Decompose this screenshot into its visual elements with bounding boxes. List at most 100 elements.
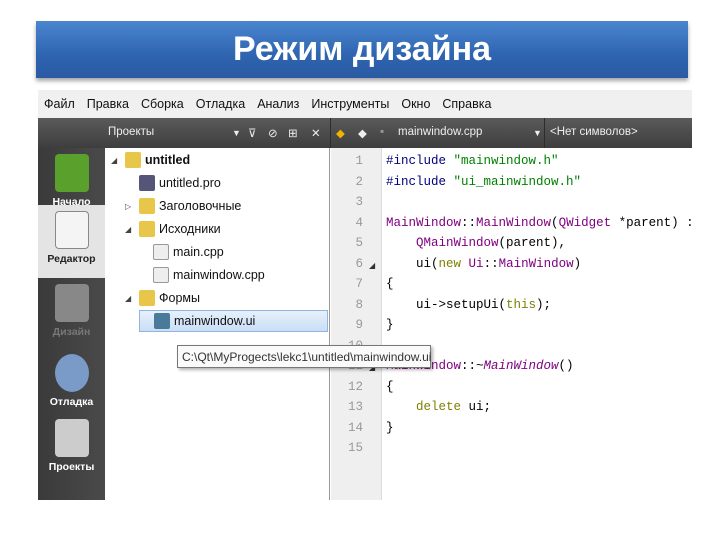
menu-item[interactable]: Правка [87, 97, 129, 111]
line-number: 7 [355, 277, 363, 291]
lock-icon: ▪ [380, 126, 385, 138]
back-icon[interactable]: ◆ [336, 126, 345, 140]
code-line: QMainWindow(parent), [386, 236, 566, 250]
code-token: MainWindow [498, 256, 574, 271]
tree-item[interactable]: ▷ Заголовочные [125, 195, 241, 217]
code-token: () [558, 359, 574, 373]
code-line: { [386, 380, 394, 394]
tree-item[interactable]: untitled.pro [125, 172, 221, 194]
folder-icon [139, 221, 155, 237]
line-number: 6 [355, 256, 363, 271]
toolbar: Проекты ▼ ⊽ ⊘ ⊞ ✕ ◆ ◆ ▪ mainwindow.cpp ▼… [38, 118, 692, 148]
editor-icon [54, 211, 89, 249]
split-icon[interactable]: ⊞ [288, 126, 298, 140]
design-icon [54, 284, 89, 322]
menu-item[interactable]: Справка [442, 97, 491, 111]
tree-item-label: mainwindow.cpp [173, 268, 265, 282]
code-line: ui->setupUi(this); [386, 298, 551, 312]
tree-item-label: untitled.pro [159, 176, 221, 190]
code-editor[interactable]: #include "mainwindow.h" #include "ui_main… [382, 148, 692, 500]
mode-label: Отладка [49, 396, 94, 408]
code-token: ); [536, 297, 552, 312]
filter-icon[interactable]: ⊽ [248, 126, 256, 140]
code-token: ( [551, 215, 559, 230]
code-line: MainWindow::MainWindow(QWidget *parent) … [386, 216, 692, 230]
code-token: ui->setupUi( [386, 297, 507, 312]
file-icon [139, 175, 155, 191]
symbols-combo[interactable]: <Нет символов> [550, 126, 638, 138]
tree-item[interactable]: ◢ Формы [125, 287, 200, 309]
line-number: 15 [347, 441, 363, 455]
line-number: 5 [355, 236, 363, 250]
expanded-arrow-icon[interactable]: ◢ [125, 225, 139, 234]
mode-design[interactable]: Дизайн [38, 278, 105, 340]
folder-icon [139, 198, 155, 214]
tree-item[interactable]: main.cpp [139, 241, 224, 263]
slide-title-banner: Режим дизайна [36, 21, 688, 78]
mode-debug-bug[interactable]: Отладка [38, 348, 105, 410]
line-number: 4 [355, 215, 363, 230]
tree-item[interactable]: ◢ untitled [111, 149, 190, 171]
menu-item[interactable]: Окно [401, 97, 430, 111]
slide-title: Режим дизайна [232, 30, 492, 68]
code-token: ) [573, 256, 582, 271]
folder-icon [139, 290, 155, 306]
projects-icon [54, 419, 89, 457]
chevron-down-icon[interactable]: ▼ [232, 128, 241, 138]
code-token: :: [483, 256, 499, 271]
expanded-arrow-icon[interactable]: ◢ [111, 156, 125, 165]
mode-label: Дизайн [52, 326, 91, 338]
file-icon [154, 313, 170, 329]
tree-item[interactable]: mainwindow.ui [139, 310, 328, 332]
menu-item[interactable]: Инструменты [311, 97, 389, 111]
menu-item[interactable]: Анализ [257, 97, 299, 111]
line-number: 3 [355, 195, 363, 209]
code-token: #include [386, 174, 454, 189]
mode-qt-logo[interactable]: Начало [38, 148, 105, 210]
code-token: :: [461, 215, 477, 230]
code-token: ::~ [461, 359, 484, 373]
line-number-gutter: 123456◢7891011◢12131415 [331, 148, 382, 500]
forward-icon[interactable]: ◆ [358, 126, 367, 140]
chevron-down-icon[interactable]: ▼ [533, 128, 542, 138]
code-token: ui; [461, 400, 492, 414]
expanded-arrow-icon[interactable]: ◢ [125, 294, 139, 303]
code-token: MainWindow [483, 359, 559, 373]
close-icon[interactable]: ✕ [311, 126, 321, 140]
code-token: QMainWindow [416, 236, 499, 250]
code-token: (parent), [498, 236, 567, 250]
tree-item-label: untitled [145, 153, 191, 167]
code-token: } [386, 420, 394, 435]
line-number: 13 [347, 400, 363, 414]
code-token: { [386, 277, 394, 291]
qt-creator-window: Файл Правка Сборка Отладка Анализ Инструменты… [38, 90, 692, 500]
menu-item[interactable]: Файл [44, 97, 75, 111]
menu-item[interactable]: Сборка [141, 97, 184, 111]
mode-editor[interactable]: Редактор [38, 205, 105, 278]
mode-label: Проекты [48, 461, 95, 473]
link-icon[interactable]: ⊘ [268, 126, 278, 140]
fold-marker-icon[interactable]: ◢ [369, 261, 375, 270]
mode-projects[interactable]: Проекты [38, 413, 105, 475]
code-token: "mainwindow.h" [453, 154, 559, 168]
mode-selector: Начало Редактор Дизайн Отладка Проекты [38, 148, 105, 500]
menu-bar: Файл Правка Сборка Отладка Анализ Инструменты… [38, 90, 692, 118]
project-tree: ◢ untitled untitled.pro ▷ Заголовочные ◢ Исход… [105, 148, 330, 500]
code-token: QWidget [558, 215, 612, 230]
line-number: 14 [347, 420, 363, 435]
file-icon [153, 267, 169, 283]
tree-item[interactable]: ◢ Исходники [125, 218, 221, 240]
code-line: delete ui; [386, 400, 491, 414]
code-token: this [506, 297, 537, 312]
collapsed-arrow-icon[interactable]: ▷ [125, 202, 139, 211]
file-combo[interactable]: mainwindow.cpp [398, 126, 482, 138]
mode-label: Редактор [47, 253, 96, 265]
menu-item[interactable]: Отладка [196, 97, 245, 111]
tree-item[interactable]: mainwindow.cpp [139, 264, 265, 286]
tooltip: C:\Qt\MyProgects\lekc1\untitled\mainwind… [177, 345, 431, 368]
code-token: *parent) : [611, 215, 692, 230]
code-token: "ui_mainwindow.h" [453, 174, 582, 189]
projects-combo[interactable]: Проекты [108, 126, 154, 138]
debug-bug-icon [54, 354, 89, 392]
